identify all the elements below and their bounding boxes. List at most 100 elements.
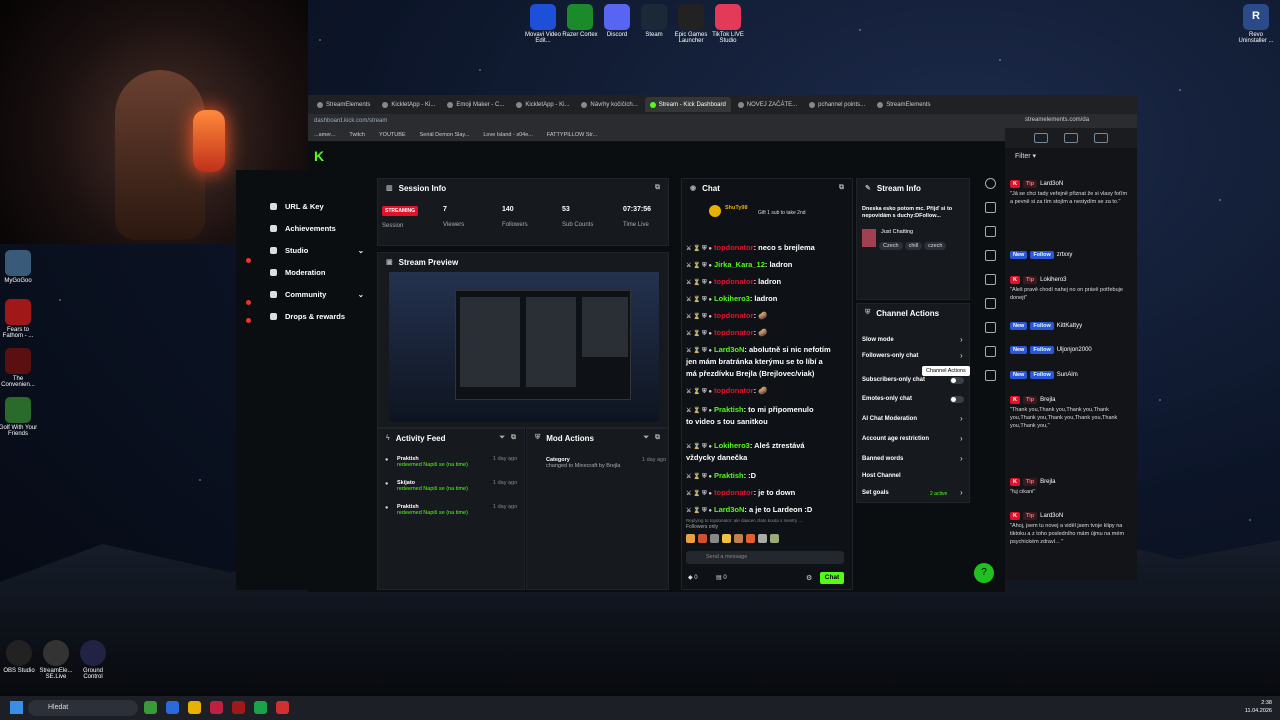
mod-badge-icon[interactable]: ⚔ ⏳ ⛨ ● <box>686 389 712 395</box>
chrome-icon[interactable] <box>276 701 289 714</box>
lock-icon[interactable] <box>984 346 996 357</box>
bookmark-link[interactable]: Love Island - s04e... <box>483 132 533 138</box>
popout-icon[interactable]: ⧉ <box>655 184 660 192</box>
emote-icon[interactable] <box>746 534 755 543</box>
chat-icon[interactable] <box>984 298 996 309</box>
desktop-icon[interactable]: Discord <box>597 4 637 38</box>
channel-action-row[interactable]: Subscribers-only chat <box>862 377 925 383</box>
emote-icon[interactable] <box>770 534 779 543</box>
popout-icon[interactable]: ⧉ <box>839 184 844 192</box>
chat-username[interactable]: Jirka_Kara_12 <box>714 260 765 269</box>
address-bar[interactable]: dashboard.kick.com/stream <box>308 114 1005 128</box>
bookmark-link[interactable]: ...amer... <box>314 132 335 138</box>
sidebar-item[interactable]: Drops & rewards <box>236 305 372 327</box>
taskbar-search[interactable]: Hledat <box>28 700 138 716</box>
bell-icon[interactable] <box>1064 133 1078 143</box>
browser-tab[interactable]: Emoji Maker - C... <box>442 97 509 112</box>
sidebar-item[interactable]: Studio ⌄ <box>236 239 372 261</box>
mod-badge-icon[interactable]: ⚔ ⏳ ⛨ ● <box>686 314 712 320</box>
toggle-switch[interactable] <box>950 377 964 384</box>
opera-icon[interactable] <box>210 701 223 714</box>
channel-action-row[interactable]: Host Channel <box>862 473 901 479</box>
chat-username[interactable]: Praktish <box>714 405 744 414</box>
sidebar-item[interactable]: Community ⌄ <box>236 283 372 305</box>
xbox-icon[interactable] <box>144 701 157 714</box>
desktop-icon[interactable]: Epic Games Launcher <box>671 4 711 45</box>
toggle-switch[interactable] <box>950 396 964 403</box>
chevron-right-icon[interactable]: › <box>960 454 963 463</box>
windows-start-icon[interactable] <box>10 701 23 714</box>
mod-badge-icon[interactable]: ⚔ ⏳ ⛨ ● <box>686 491 712 497</box>
emote-icon[interactable] <box>698 534 707 543</box>
chat-username[interactable]: topdonator <box>714 328 754 337</box>
gear-icon[interactable]: ⚙ <box>806 574 812 582</box>
browser-tab[interactable]: pchannel points... <box>804 97 870 112</box>
channel-action-row[interactable]: Followers-only chat <box>862 353 918 359</box>
emote-icon[interactable] <box>686 534 695 543</box>
browser-tab[interactable]: KickletApp - Ki... <box>511 97 574 112</box>
mod-badge-icon[interactable]: ⚔ ⏳ ⛨ ● <box>686 444 712 450</box>
stream-preview-video[interactable] <box>389 272 659 422</box>
chevron-right-icon[interactable]: › <box>960 335 963 344</box>
channel-action-row[interactable]: AI Chat Moderation <box>862 416 917 422</box>
desktop-icon[interactable]: Golf With Your Friends <box>0 397 38 438</box>
wrench-icon[interactable] <box>984 370 996 381</box>
close-icon[interactable] <box>984 226 996 237</box>
mod-badge-icon[interactable]: ⚔ ⏳ ⛨ ● <box>686 280 712 286</box>
chevron-right-icon[interactable]: › <box>960 488 963 497</box>
mod-badge-icon[interactable]: ⚔ ⏳ ⛨ ● <box>686 408 712 414</box>
chat-input[interactable]: Send a message <box>686 551 844 564</box>
browser-tab[interactable]: Stream - Kick Dashboard <box>644 97 731 112</box>
browser-tab[interactable]: NOVEJ ZAČÁTE... <box>733 97 802 112</box>
chat-username[interactable]: topdonator <box>714 488 754 497</box>
edge-icon[interactable] <box>166 701 179 714</box>
emote-icon[interactable] <box>758 534 767 543</box>
desktop-icon-revo[interactable]: R Revo Uninstaller ... <box>1236 4 1276 45</box>
desktop-icon[interactable]: MyGoGoo <box>0 250 38 284</box>
pause-icon[interactable] <box>1034 133 1048 143</box>
desktop-icon[interactable]: Fears to Fathom - ... <box>0 299 38 340</box>
chat-settings-icon[interactable]: ▤ 0 <box>716 574 727 581</box>
spotify-icon[interactable] <box>254 701 267 714</box>
chat-username[interactable]: Lokihero3 <box>714 294 750 303</box>
desktop-icon[interactable]: The Convenien... <box>0 348 38 389</box>
mod-badge-icon[interactable]: ⚔ ⏳ ⛨ ● <box>686 331 712 337</box>
bookmark-link[interactable]: Twitch <box>349 132 365 138</box>
mod-badge-icon[interactable]: ⚔ ⏳ ⛨ ● <box>686 474 712 480</box>
emote-icon[interactable] <box>734 534 743 543</box>
chevron-right-icon[interactable]: › <box>960 351 963 360</box>
emote-icon[interactable] <box>710 534 719 543</box>
desktop-icon[interactable]: Steam <box>634 4 674 38</box>
chat-send-button[interactable]: Chat <box>820 572 844 584</box>
mod-badge-icon[interactable]: ⚔ ⏳ ⛨ ● <box>686 508 712 514</box>
popout-icon[interactable]: ⧉ <box>655 434 660 442</box>
chat-username[interactable]: Lokihero3 <box>714 441 750 450</box>
channel-action-row[interactable]: Banned words <box>862 456 903 462</box>
chat-username[interactable]: topdonator <box>714 277 754 286</box>
sidebar-item[interactable]: Moderation <box>236 261 372 283</box>
desktop-icon[interactable]: StreamEle... SE.Live <box>36 640 76 681</box>
channel-action-row[interactable]: Set goals <box>862 490 889 496</box>
chat-username[interactable]: Praktish <box>714 471 744 480</box>
chat-username[interactable]: topdonator <box>714 243 754 252</box>
link-icon[interactable] <box>984 322 996 333</box>
browser-tab[interactable]: KickletApp - Ki... <box>377 97 440 112</box>
browser-tab[interactable]: StreamElements <box>872 97 935 112</box>
se-filter-dropdown[interactable]: Filter ▾ <box>1005 148 1137 160</box>
clipboard-icon[interactable] <box>984 274 996 285</box>
channel-action-row[interactable]: Slow mode <box>862 337 894 343</box>
popout-icon[interactable]: ⧉ <box>511 434 516 442</box>
bookmark-link[interactable]: YOUTUBE <box>379 132 406 138</box>
mod-badge-icon[interactable]: ⚔ ⏳ ⛨ ● <box>686 246 712 252</box>
chat-username[interactable]: topdonator <box>714 386 754 395</box>
filter-icon[interactable]: ⏷ <box>499 434 505 442</box>
emote-icon[interactable] <box>722 534 731 543</box>
desktop-icon[interactable]: TikTok LIVE Studio <box>708 4 748 45</box>
browser-tab[interactable]: StreamElements <box>312 97 375 112</box>
points-display[interactable]: ◆ 0 <box>688 574 698 581</box>
chat-username[interactable]: Lard3oN <box>714 345 744 354</box>
channel-action-row[interactable]: Account age restriction <box>862 436 929 442</box>
desktop-icon[interactable]: Razer Cortex <box>560 4 600 38</box>
channel-action-row[interactable]: Emotes-only chat <box>862 396 912 402</box>
skip-icon[interactable] <box>1094 133 1108 143</box>
